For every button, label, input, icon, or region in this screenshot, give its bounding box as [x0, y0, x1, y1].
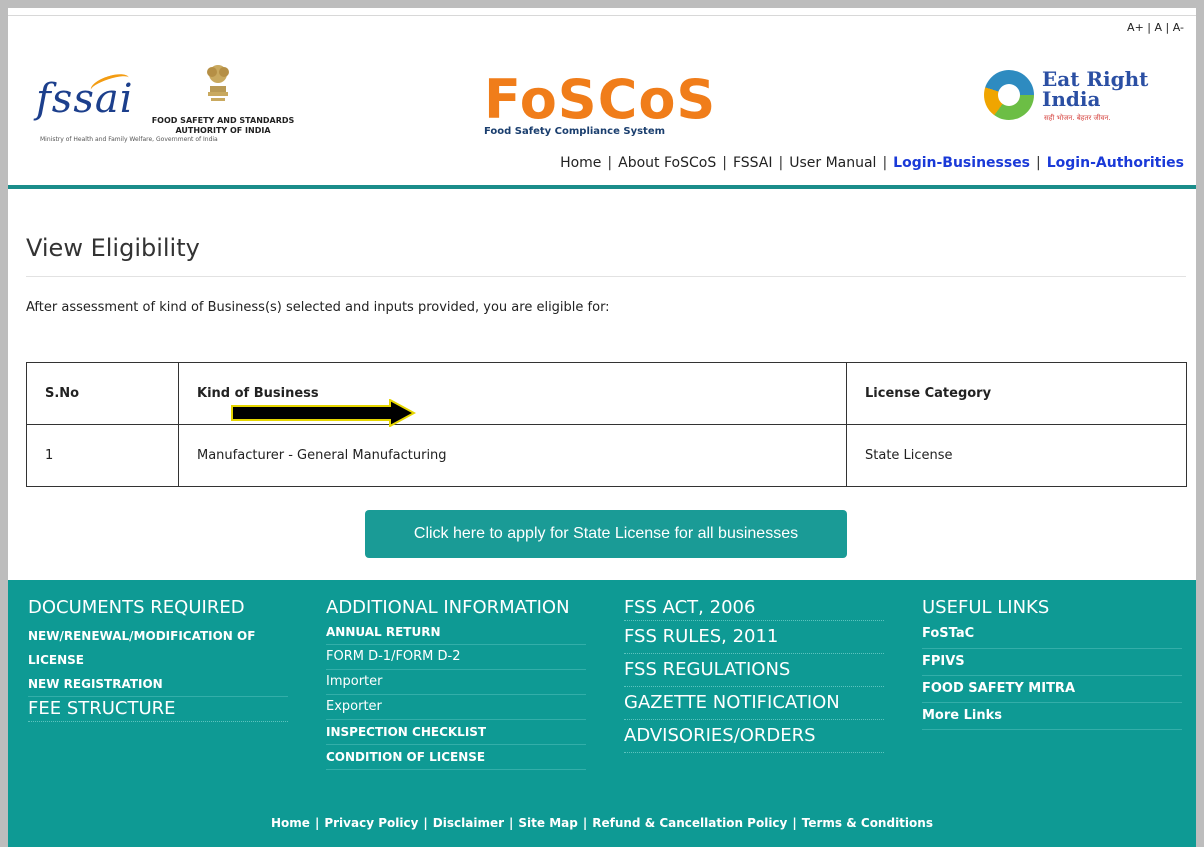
footer-additional-column: ADDITIONAL INFORMATION ANNUAL RETURN FOR… — [326, 596, 586, 770]
fssai-ministry: Ministry of Health and Family Welfare, G… — [40, 136, 218, 143]
nav-user-manual[interactable]: User Manual — [789, 155, 876, 171]
footer-link-advisories-orders[interactable]: ADVISORIES/ORDERS — [624, 720, 884, 753]
nav-home[interactable]: Home — [560, 155, 601, 171]
national-emblem-icon — [207, 65, 229, 101]
footer-link-fss-rules[interactable]: FSS RULES, 2011 — [624, 621, 884, 654]
foscos-logo[interactable]: FoSCoS Food Safety Compliance System — [484, 68, 717, 150]
footer-link-fostac[interactable]: FoSTaC — [922, 620, 1182, 649]
footer-link-form-d1-d2[interactable]: FORM D-1/FORM D-2 — [326, 645, 586, 670]
footer-useful-links-column: USEFUL LINKS FoSTaC FPIVS FOOD SAFETY MI… — [922, 596, 1182, 730]
footer-link-fss-regulations[interactable]: FSS REGULATIONS — [624, 654, 884, 687]
nav-login-authorities[interactable]: Login-Authorities — [1047, 155, 1184, 171]
footer-link-importer[interactable]: Importer — [326, 670, 586, 695]
font-decrease-link[interactable]: A- — [1173, 21, 1184, 34]
cell-sno: 1 — [26, 424, 179, 487]
header-divider — [8, 185, 1196, 189]
eligibility-intro: After assessment of kind of Business(s) … — [26, 300, 610, 315]
footer-link-food-safety-mitra[interactable]: FOOD SAFETY MITRA — [922, 676, 1182, 703]
footer-link-fss-act[interactable]: FSS ACT, 2006 — [624, 596, 884, 621]
footer-documents-column: DOCUMENTS REQUIRED NEW/RENEWAL/MODIFICAT… — [28, 596, 288, 722]
foscos-subtitle: Food Safety Compliance System — [484, 126, 666, 137]
eat-right-india-logo[interactable]: Eat Right India सही भोजन. बेहतर जीवन. — [984, 66, 1164, 136]
footer-acts-column: FSS ACT, 2006 FSS RULES, 2011 FSS REGULA… — [624, 596, 884, 753]
footer-link-annual-return[interactable]: ANNUAL RETURN — [326, 620, 586, 645]
footer-bottom-links: Home | Privacy Policy | Disclaimer | Site Map |… — [271, 816, 933, 830]
cell-kind-of-business: Manufacturer - General Manufacturing — [178, 424, 847, 487]
nav-about[interactable]: About FoSCoS — [618, 155, 716, 171]
fssai-logo[interactable]: fssai FOOD SAFETY AND STANDARDS AUTHORIT… — [30, 54, 320, 154]
footer-link-fpivs[interactable]: FPIVS — [922, 649, 1182, 676]
table-header-row: S.No Kind of Business License Category — [26, 362, 1187, 425]
font-increase-link[interactable]: A+ — [1127, 21, 1144, 34]
fssai-authority-name: FOOD SAFETY AND STANDARDS AUTHORITY OF I… — [151, 116, 295, 135]
page-title: View Eligibility — [26, 234, 200, 262]
footer-additional-heading: ADDITIONAL INFORMATION — [326, 597, 570, 618]
title-divider — [26, 276, 1186, 277]
footer-useful-links-heading: USEFUL LINKS — [922, 597, 1050, 618]
footer-link-exporter[interactable]: Exporter — [326, 695, 586, 720]
page: A+ | A | A- fssai FOOD SAFETY AND STANDA… — [8, 8, 1196, 847]
bottom-link-site-map[interactable]: Site Map — [518, 816, 577, 830]
footer-documents-heading: DOCUMENTS REQUIRED — [28, 597, 245, 618]
footer-link-condition-of-license[interactable]: CONDITION OF LICENSE — [326, 745, 586, 770]
footer-link-fee-structure[interactable]: FEE STRUCTURE — [28, 697, 288, 722]
footer: DOCUMENTS REQUIRED NEW/RENEWAL/MODIFICAT… — [8, 580, 1196, 847]
apply-state-license-button[interactable]: Click here to apply for State License fo… — [365, 510, 847, 558]
footer-link-new-registration[interactable]: NEW REGISTRATION — [28, 672, 288, 697]
cell-license-category: State License — [846, 424, 1187, 487]
footer-link-new-renewal[interactable]: NEW/RENEWAL/MODIFICATION OF LICENSE — [28, 624, 288, 672]
top-navigation: Home | About FoSCoS | FSSAI | User Manual | Logi… — [560, 155, 1184, 171]
bottom-link-refund-policy[interactable]: Refund & Cancellation Policy — [592, 816, 787, 830]
eat-right-emblem-icon — [984, 70, 1034, 120]
bottom-link-privacy-policy[interactable]: Privacy Policy — [324, 816, 418, 830]
header-sno: S.No — [26, 362, 179, 425]
table-row: 1 Manufacturer - General Manufacturing S… — [26, 424, 1187, 487]
font-normal-link[interactable]: A — [1155, 21, 1163, 34]
font-size-controls: A+ | A | A- — [1127, 21, 1184, 34]
bottom-link-terms[interactable]: Terms & Conditions — [802, 816, 933, 830]
header-license-category: License Category — [846, 362, 1187, 425]
footer-link-more-links[interactable]: More Links — [922, 703, 1182, 730]
footer-link-inspection-checklist[interactable]: INSPECTION CHECKLIST — [326, 720, 586, 745]
eligibility-table: S.No Kind of Business License Category 1… — [26, 362, 1187, 487]
bottom-link-home[interactable]: Home — [271, 816, 310, 830]
nav-login-businesses[interactable]: Login-Businesses — [893, 155, 1030, 171]
footer-link-gazette-notification[interactable]: GAZETTE NOTIFICATION — [624, 687, 884, 720]
foscos-wordmark: FoSCoS — [484, 68, 717, 131]
top-divider — [8, 15, 1196, 16]
bottom-link-disclaimer[interactable]: Disclaimer — [433, 816, 504, 830]
annotation-arrow-icon — [231, 399, 416, 427]
nav-fssai[interactable]: FSSAI — [733, 155, 773, 171]
